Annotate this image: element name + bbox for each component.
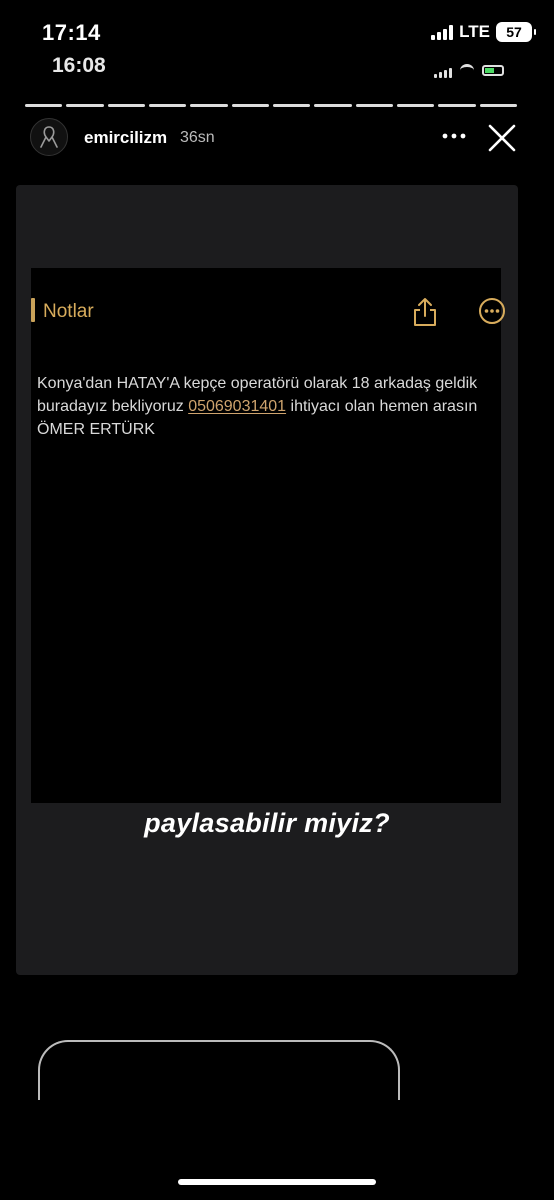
back-chevron-icon bbox=[31, 298, 35, 322]
story-header: emircilizm 36sn bbox=[30, 118, 520, 160]
close-icon bbox=[488, 124, 516, 152]
phone-number-link: 05069031401 bbox=[188, 398, 287, 415]
notes-more-button bbox=[478, 297, 506, 325]
inner-status-time: 16:08 bbox=[52, 54, 106, 77]
progress-segment bbox=[148, 104, 187, 107]
inner-status-bar: 16:08 bbox=[0, 50, 554, 80]
inner-signal-icon bbox=[434, 62, 452, 78]
progress-segment bbox=[107, 104, 145, 107]
screen: 17:14 LTE 57 16:08 emircilizm 36sn Notla… bbox=[0, 0, 554, 1200]
progress-segment bbox=[438, 104, 476, 107]
battery-level: 57 bbox=[506, 24, 522, 40]
avatar[interactable] bbox=[30, 118, 68, 156]
share-button bbox=[411, 296, 439, 328]
black-ribbon-icon bbox=[40, 126, 58, 148]
status-indicators: LTE 57 bbox=[431, 22, 536, 42]
battery-icon: 57 bbox=[496, 22, 536, 42]
inner-status-indicators bbox=[434, 62, 504, 78]
progress-segment bbox=[190, 104, 228, 107]
close-button[interactable] bbox=[486, 122, 518, 154]
status-time: 17:14 bbox=[42, 20, 101, 45]
inner-battery-icon bbox=[482, 64, 504, 76]
progress-segment bbox=[396, 104, 435, 107]
wifi-icon bbox=[460, 63, 474, 77]
progress-segment bbox=[314, 104, 352, 107]
reply-input[interactable] bbox=[38, 1040, 400, 1100]
progress-segment bbox=[272, 104, 311, 107]
story-username[interactable]: emircilizm bbox=[84, 128, 167, 148]
cellular-signal-icon bbox=[431, 24, 454, 40]
network-type: LTE bbox=[459, 22, 490, 41]
more-options-button[interactable] bbox=[440, 126, 468, 146]
home-indicator[interactable] bbox=[178, 1179, 376, 1185]
story-progress-bar bbox=[25, 104, 517, 107]
share-icon bbox=[414, 298, 436, 326]
notes-screenshot: Notlar Konya'dan HATAY'A kepçe operatörü… bbox=[31, 268, 505, 803]
note-body: Konya'dan HATAY'A kepçe operatörü olarak… bbox=[37, 372, 493, 441]
progress-segment bbox=[66, 104, 104, 107]
story-caption: paylasabilir miyiz? bbox=[144, 808, 390, 838]
more-circle-icon bbox=[479, 298, 505, 324]
story-time-ago: 36sn bbox=[180, 129, 215, 146]
progress-segment bbox=[479, 104, 517, 107]
progress-segment bbox=[231, 104, 269, 107]
more-dots-icon bbox=[442, 133, 466, 139]
progress-segment bbox=[25, 104, 63, 107]
notes-title: Notlar bbox=[43, 301, 94, 322]
progress-segment bbox=[355, 104, 393, 107]
